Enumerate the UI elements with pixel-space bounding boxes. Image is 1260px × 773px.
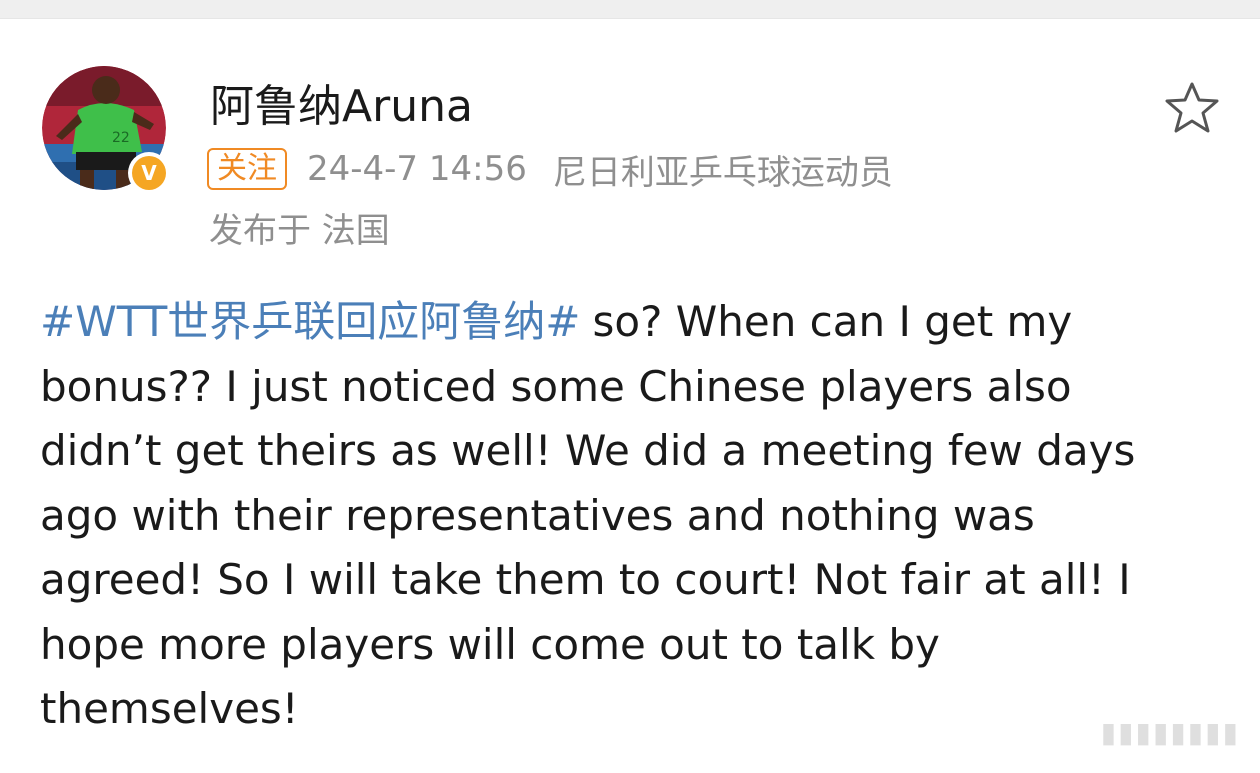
svg-text:22: 22 bbox=[112, 130, 130, 146]
user-description: 尼日利亚乒乓球运动员 bbox=[552, 152, 893, 193]
post-timestamp: 24-4-7 14:56 bbox=[307, 149, 527, 189]
watermark: ▮▮▮▮▮▮▮▮ bbox=[1100, 715, 1240, 749]
hashtag-link[interactable]: #WTT世界乒联回应阿鲁纳# bbox=[40, 297, 580, 346]
post-location: 发布于 法国 bbox=[209, 211, 390, 251]
post-text: so? When can I get my bonus?? I just not… bbox=[40, 297, 1136, 733]
star-outline-icon[interactable] bbox=[1162, 80, 1222, 136]
verified-v-icon: V bbox=[128, 152, 170, 194]
top-strip bbox=[0, 0, 1260, 19]
follow-tag[interactable]: 关注 bbox=[207, 148, 287, 190]
username[interactable]: 阿鲁纳Aruna bbox=[210, 70, 473, 134]
avatar[interactable]: 22 V bbox=[42, 66, 170, 194]
post-meta: 关注 24-4-7 14:56 尼日利亚乒乓球运动员 bbox=[207, 146, 893, 193]
post-body: #WTT世界乒联回应阿鲁纳# so? When can I get my bonu… bbox=[40, 290, 1200, 742]
